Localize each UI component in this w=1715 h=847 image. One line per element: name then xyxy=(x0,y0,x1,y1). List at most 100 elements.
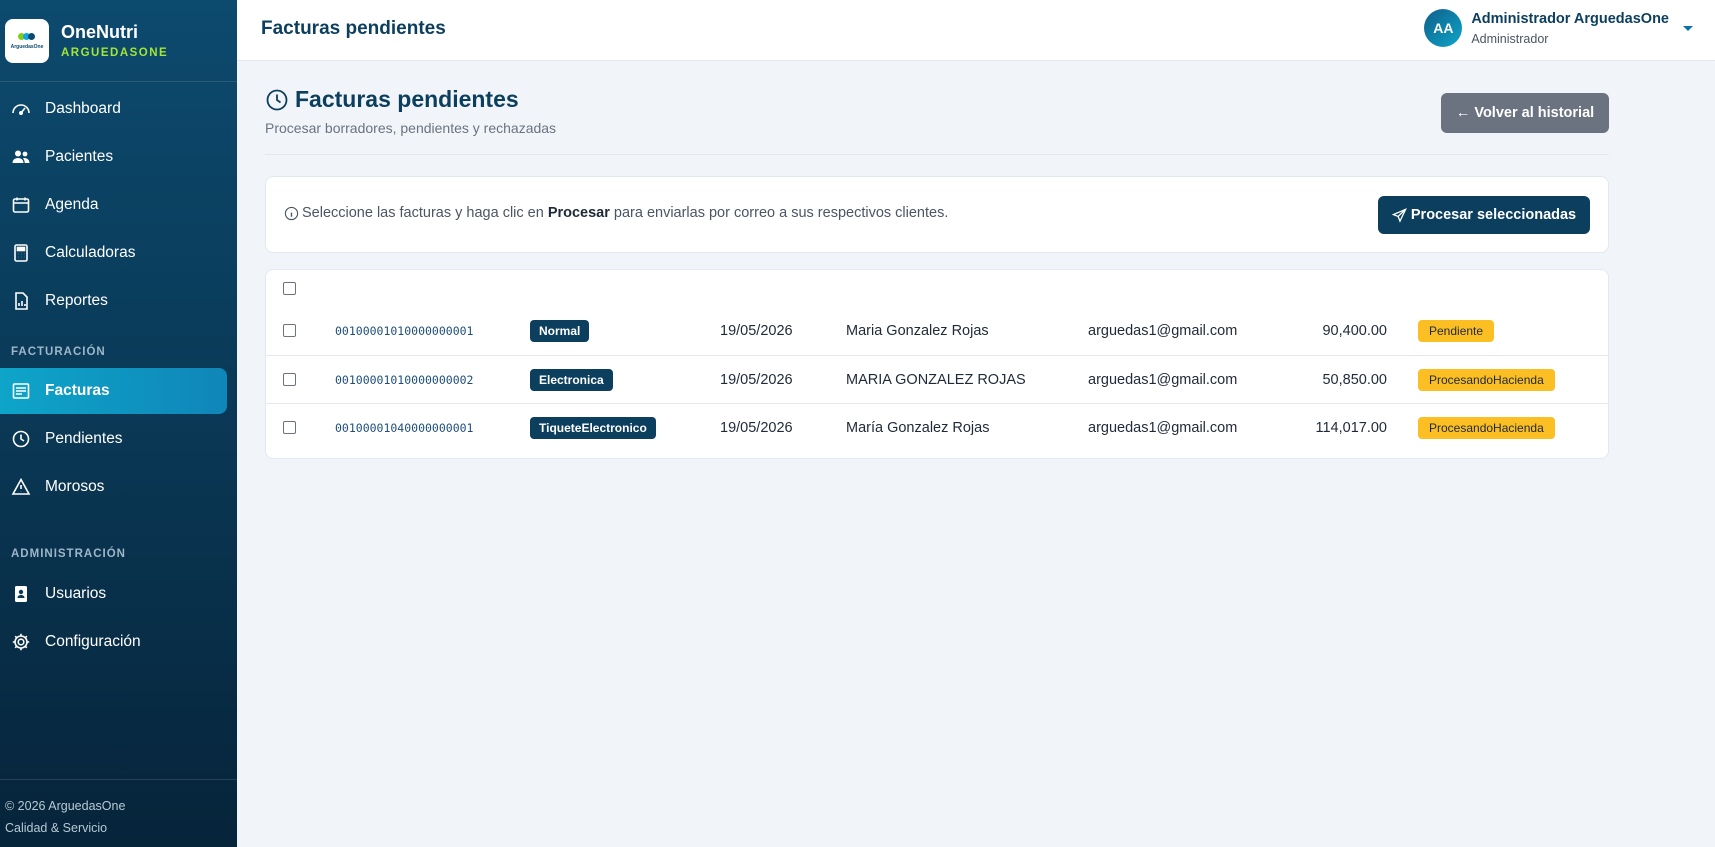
sidebar-item-pendientes[interactable]: Pendientes xyxy=(0,416,227,462)
id-badge-icon xyxy=(15,586,27,602)
table-row: 00100001040000000001 TiqueteElectronico … xyxy=(266,403,1608,451)
section-label-facturacion: FACTURACIÓN xyxy=(11,346,106,358)
invoice-type: Normal xyxy=(530,307,590,355)
users-icon xyxy=(12,150,30,163)
sidebar-item-label: Usuarios xyxy=(45,585,107,602)
clock-icon xyxy=(266,89,288,110)
invoice-number[interactable]: 00100001040000000001 xyxy=(335,404,473,452)
topbar-title: Facturas pendientes xyxy=(261,18,446,39)
row-checkbox[interactable] xyxy=(283,373,296,386)
invoice-status: Pendiente xyxy=(1418,307,1495,355)
page-header: Facturas pendientes Procesar borradores,… xyxy=(265,61,1609,155)
invoice-email: arguedas1@gmail.com xyxy=(1088,372,1238,388)
warning-icon xyxy=(11,477,31,495)
invoice-date: 19/05/2026 xyxy=(720,420,793,436)
invoice-client: Maria Gonzalez Rojas xyxy=(846,323,989,339)
sidebar-item-calculadoras[interactable]: Calculadoras xyxy=(0,230,227,276)
invoice-number[interactable]: 00100001010000000002 xyxy=(335,356,473,404)
sidebar-item-dashboard[interactable]: Dashboard xyxy=(0,86,227,132)
brand-subtitle: ARGUEDASONE xyxy=(61,47,169,59)
select-all-checkbox[interactable] xyxy=(283,282,296,295)
process-selected-button[interactable]: Procesar seleccionadas xyxy=(1378,196,1590,234)
sidebar-item-configuracion[interactable]: Configuración xyxy=(0,619,227,665)
invoice-client: María Gonzalez Rojas xyxy=(846,420,990,436)
info-text-before: Seleccione las facturas y haga clic en xyxy=(302,205,544,221)
user-menu[interactable]: AA Administrador ArguedasOne Administrad… xyxy=(1424,9,1693,47)
back-to-history-button[interactable]: ← Volver al historial xyxy=(1441,93,1609,133)
row-checkbox[interactable] xyxy=(283,421,296,434)
tagline-text: Calidad & Servicio xyxy=(5,821,108,835)
invoice-amount: 90,400.00 xyxy=(1322,323,1387,339)
avatar[interactable]: AA xyxy=(1424,9,1463,47)
invoice-type: TiqueteElectronico xyxy=(530,404,656,452)
row-checkbox[interactable] xyxy=(283,324,296,337)
type-badge: Electronica xyxy=(530,369,613,391)
invoice-client: MARIA GONZALEZ ROJAS xyxy=(846,372,1026,388)
invoice-amount: 114,017.00 xyxy=(1315,420,1388,436)
invoice-email: arguedas1@gmail.com xyxy=(1088,323,1238,339)
status-badge: ProcesandoHacienda xyxy=(1418,417,1555,439)
brand-text: OneNutri ARGUEDASONE xyxy=(61,22,168,59)
copyright-text: © 2026 ArguedasOne xyxy=(5,799,126,813)
invoice-type: Electronica xyxy=(530,356,613,404)
chevron-down-icon[interactable] xyxy=(1683,25,1693,31)
info-card: Seleccione las facturas y haga clic en P… xyxy=(265,176,1609,253)
invoice-amount: 50,850.00 xyxy=(1322,372,1387,388)
process-selected-label: Procesar seleccionadas xyxy=(1410,207,1577,223)
sidebar-item-usuarios[interactable]: Usuarios xyxy=(0,571,227,617)
sidebar-item-agenda[interactable]: Agenda xyxy=(0,182,227,228)
invoice-email: arguedas1@gmail.com xyxy=(1088,420,1238,436)
brand-logo[interactable]: ArguedasOne xyxy=(5,18,49,63)
sidebar-item-label: Calculadoras xyxy=(45,244,136,261)
gear-icon xyxy=(12,633,30,651)
info-icon xyxy=(284,206,299,220)
type-badge: TiqueteElectronico xyxy=(530,417,656,439)
report-icon xyxy=(15,292,28,310)
invoice-status: ProcesandoHacienda xyxy=(1418,404,1555,452)
sidebar-item-label: Dashboard xyxy=(45,100,121,117)
brand-title: OneNutri xyxy=(61,22,139,42)
sidebar-item-morosos[interactable]: Morosos xyxy=(0,464,227,510)
type-badge: Normal xyxy=(530,320,590,342)
sidebar-item-label: Agenda xyxy=(45,196,99,213)
invoices-table: 00100001010000000001 Normal 19/05/2026 M… xyxy=(265,269,1609,459)
page-title-text: Facturas pendientes xyxy=(295,86,519,112)
logo-text: ArguedasOne xyxy=(10,43,44,50)
info-message: Seleccione las facturas y haga clic en P… xyxy=(284,205,948,221)
invoice-date: 19/05/2026 xyxy=(720,323,793,339)
table-row: 00100001010000000002 Electronica 19/05/2… xyxy=(266,355,1608,403)
page-title: Facturas pendientes xyxy=(265,86,519,113)
info-text-after: para enviarlas por correo a sus respecti… xyxy=(613,205,949,221)
table-row: 00100001010000000001 Normal 19/05/2026 M… xyxy=(266,307,1608,355)
invoice-date: 19/05/2026 xyxy=(720,372,793,388)
logo-mark-icon xyxy=(18,32,36,42)
user-name: Administrador ArguedasOne xyxy=(1471,10,1669,27)
sidebar-item-label: Pacientes xyxy=(45,148,114,165)
sidebar-item-label: Morosos xyxy=(45,478,105,495)
sidebar-item-facturas[interactable]: Facturas xyxy=(0,368,227,414)
invoice-number[interactable]: 00100001010000000001 xyxy=(335,307,473,355)
sidebar-item-label: Facturas xyxy=(45,382,110,399)
sidebar-item-pacientes[interactable]: Pacientes xyxy=(0,134,227,180)
main-content: Facturas pendientes Procesar borradores,… xyxy=(265,61,1609,459)
sidebar-footer: © 2026 ArguedasOne Calidad & Servicio xyxy=(0,779,237,847)
brand: ArguedasOne OneNutri ARGUEDASONE xyxy=(0,0,237,82)
invoice-status: ProcesandoHacienda xyxy=(1418,356,1555,404)
clock-icon xyxy=(12,430,30,448)
calculator-icon xyxy=(14,244,28,262)
sidebar-item-label: Reportes xyxy=(45,292,108,309)
topbar: Facturas pendientes AA Administrador Arg… xyxy=(237,0,1715,61)
section-label-administracion: ADMINISTRACIÓN xyxy=(11,548,126,560)
status-badge: ProcesandoHacienda xyxy=(1418,369,1555,391)
info-text-bold: Procesar xyxy=(547,205,610,221)
sidebar-item-label: Configuración xyxy=(45,633,141,650)
sidebar-item-reportes[interactable]: Reportes xyxy=(0,278,227,324)
calendar-icon xyxy=(12,197,30,213)
sidebar-item-label: Pendientes xyxy=(45,430,123,447)
user-role: Administrador xyxy=(1471,31,1549,46)
status-badge: Pendiente xyxy=(1418,320,1495,342)
dashboard-icon xyxy=(12,104,30,116)
sidebar: ArguedasOne OneNutri ARGUEDASONE Dashboa… xyxy=(0,0,237,847)
invoice-icon xyxy=(12,383,30,399)
user-info[interactable]: Administrador ArguedasOne Administrador xyxy=(1471,11,1669,46)
